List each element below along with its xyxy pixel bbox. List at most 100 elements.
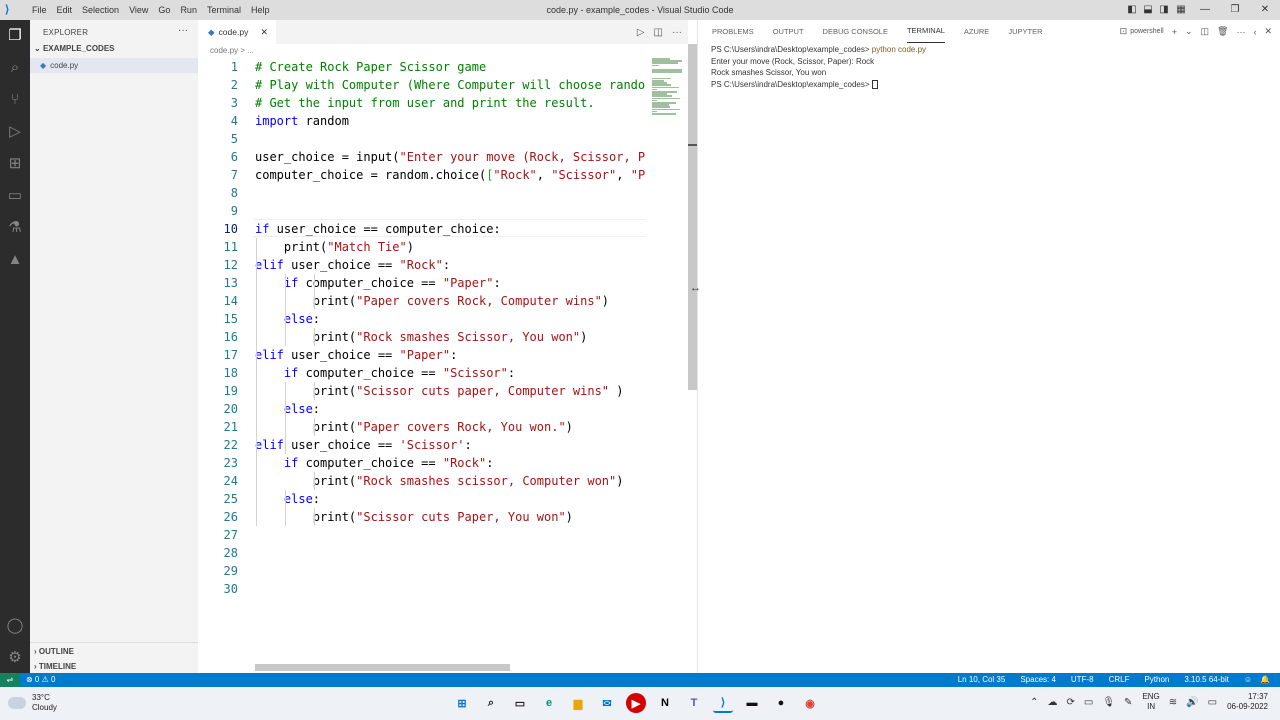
outline-section[interactable]: › OUTLINE xyxy=(34,647,74,656)
tab-problems[interactable]: PROBLEMS xyxy=(712,20,754,43)
python-interpreter[interactable]: 3.10.5 64-bit xyxy=(1184,673,1228,687)
terminal-app-icon[interactable]: ▬ xyxy=(742,693,762,713)
manage-gear-icon[interactable]: ⚙ xyxy=(5,648,25,668)
minimap[interactable] xyxy=(646,44,688,673)
clock[interactable]: 17:37 06-09-2022 xyxy=(1227,692,1268,712)
minimize-button[interactable]: — xyxy=(1190,0,1220,20)
terminal-line: Rock smashes Scissor, You won xyxy=(711,68,827,77)
chevron-down-icon[interactable]: ⌄ xyxy=(1185,26,1193,37)
media-app-icon[interactable]: ▶ xyxy=(626,693,646,713)
feedback-icon[interactable]: ☺ xyxy=(1244,673,1252,687)
explorer-icon[interactable]: ❐ xyxy=(5,26,25,46)
github-icon[interactable]: ● xyxy=(771,693,791,713)
menu-edit[interactable]: Edit xyxy=(52,0,78,20)
wifi-icon[interactable]: ≋ xyxy=(1169,697,1177,708)
close-tab-icon[interactable]: ✕ xyxy=(260,20,268,44)
timeline-section[interactable]: › TIMELINE xyxy=(34,662,76,671)
problems-count[interactable]: ⊗ 0 ⚠ 0 xyxy=(26,673,55,687)
toggle-sidebar-icon[interactable]: ◧ xyxy=(1124,0,1140,20)
encoding[interactable]: UTF-8 xyxy=(1071,673,1094,687)
code-editor[interactable]: 1 2 3 4 5 6 7 8 9 10 11 12 13 14 15 16 17 18 19 20 21 22 23 24 2… xyxy=(198,57,646,673)
date: 06-09-2022 xyxy=(1227,702,1268,711)
more-actions-icon[interactable]: ··· xyxy=(178,25,188,36)
language-mode[interactable]: Python xyxy=(1144,673,1169,687)
toggle-panel-icon[interactable]: ⬓ xyxy=(1140,0,1156,20)
testing-icon[interactable]: ⚗ xyxy=(5,218,25,238)
accounts-icon[interactable]: ◯ xyxy=(5,616,25,636)
vertical-scrollbar[interactable] xyxy=(688,44,697,390)
more-actions-icon[interactable]: ··· xyxy=(672,27,682,38)
azure-icon[interactable]: ▲ xyxy=(5,250,25,270)
tab-terminal[interactable]: TERMINAL xyxy=(906,20,945,43)
new-terminal-icon[interactable]: + xyxy=(1172,27,1177,37)
tab-debug-console[interactable]: DEBUG CONSOLE xyxy=(823,20,888,43)
menu-terminal[interactable]: Terminal xyxy=(202,0,246,20)
extensions-icon[interactable]: ⊞ xyxy=(5,154,25,174)
chrome-icon[interactable]: ◉ xyxy=(800,693,820,713)
line-number: 29 xyxy=(223,564,238,578)
menu-go[interactable]: Go xyxy=(153,0,175,20)
display-icon[interactable]: ▭ xyxy=(1084,697,1093,708)
editor-panel-divider[interactable] xyxy=(697,20,698,673)
language-indicator[interactable]: ENG IN xyxy=(1142,692,1159,712)
task-view-icon[interactable]: ▭ xyxy=(510,693,530,713)
close-panel-icon[interactable]: ✕ xyxy=(1264,26,1272,37)
pen-icon[interactable]: ✎ xyxy=(1124,697,1132,708)
volume-icon[interactable]: 🔊 xyxy=(1186,697,1198,708)
horizontal-scrollbar[interactable] xyxy=(255,664,510,671)
edge-browser-icon[interactable]: e xyxy=(539,693,559,713)
menu-selection[interactable]: Selection xyxy=(77,0,124,20)
end-of-line[interactable]: CRLF xyxy=(1109,673,1130,687)
kill-terminal-icon[interactable]: 🗑 xyxy=(1217,26,1228,37)
shell-selector[interactable]: powershell xyxy=(1130,28,1163,35)
toggle-secondary-sidebar-icon[interactable]: ◨ xyxy=(1156,0,1172,20)
menu-bar: File Edit Selection View Go Run Terminal… xyxy=(27,0,274,20)
menu-file[interactable]: File xyxy=(27,0,52,20)
code-line: elif user_choice == "Paper": xyxy=(255,346,457,364)
mail-icon[interactable]: ✉ xyxy=(597,693,617,713)
tab-output[interactable]: OUTPUT xyxy=(773,20,804,43)
run-python-file-icon[interactable]: ▷ xyxy=(637,27,645,38)
folder-example-codes[interactable]: ⌄ EXAMPLE_CODES xyxy=(34,44,115,53)
run-debug-icon[interactable]: ▷ xyxy=(5,122,25,142)
code-token: : xyxy=(507,366,516,380)
line-number: 24 xyxy=(223,474,238,488)
remote-explorer-icon[interactable]: ▭ xyxy=(5,186,25,206)
teams-icon[interactable]: T xyxy=(684,693,704,713)
maximize-panel-icon[interactable]: ‹ xyxy=(1253,27,1256,37)
restore-button[interactable]: ❐ xyxy=(1220,0,1250,20)
cursor-position[interactable]: Ln 10, Col 35 xyxy=(958,673,1006,687)
menu-view[interactable]: View xyxy=(124,0,153,20)
indentation[interactable]: Spaces: 4 xyxy=(1020,673,1056,687)
notion-icon[interactable]: N xyxy=(655,693,675,713)
code-token: "Rock" xyxy=(442,456,487,470)
search-icon[interactable]: ⌕ xyxy=(5,58,25,78)
source-control-icon[interactable]: ⑂ xyxy=(5,90,25,110)
tab-jupyter[interactable]: JUPYTER xyxy=(1008,20,1042,43)
start-windows-icon[interactable]: ⊞ xyxy=(452,693,472,713)
more-actions-icon[interactable]: ··· xyxy=(1236,27,1245,37)
onedrive-cloud-icon[interactable]: ☁ xyxy=(1048,697,1058,708)
tab-azure[interactable]: AZURE xyxy=(964,20,989,43)
split-terminal-icon[interactable]: ◫ xyxy=(1201,26,1210,37)
split-editor-icon[interactable]: ◫ xyxy=(654,27,663,38)
close-button[interactable]: ✕ xyxy=(1250,0,1280,20)
menu-help[interactable]: Help xyxy=(246,0,275,20)
microphone-icon[interactable]: 🎙 xyxy=(1102,697,1115,708)
minimap-line xyxy=(652,113,677,115)
chevron-up-icon[interactable]: ⌃ xyxy=(1030,697,1038,708)
menu-run[interactable]: Run xyxy=(175,0,202,20)
customize-layout-icon[interactable]: ▦ xyxy=(1172,0,1190,20)
remote-indicator-icon[interactable]: ⇌ xyxy=(0,673,20,687)
file-explorer-icon[interactable]: ▆ xyxy=(568,693,588,713)
terminal[interactable]: PS C:\Users\indra\Desktop\example_codes>… xyxy=(711,44,1271,90)
tab-code-py[interactable]: ◆ code.py ✕ xyxy=(198,20,276,44)
battery-icon[interactable]: ▭ xyxy=(1208,697,1217,708)
breadcrumb[interactable]: code.py > ... xyxy=(198,44,646,57)
notifications-icon[interactable]: 🔔 xyxy=(1260,673,1270,687)
sync-icon[interactable]: ⟳ xyxy=(1067,697,1075,708)
vscode-icon[interactable]: ⟩ xyxy=(713,693,733,713)
weather-widget[interactable]: 33°C Cloudy xyxy=(8,693,57,713)
file-item-code-py[interactable]: ◆ code.py xyxy=(30,58,198,73)
search-icon[interactable]: ⌕ xyxy=(481,693,501,713)
